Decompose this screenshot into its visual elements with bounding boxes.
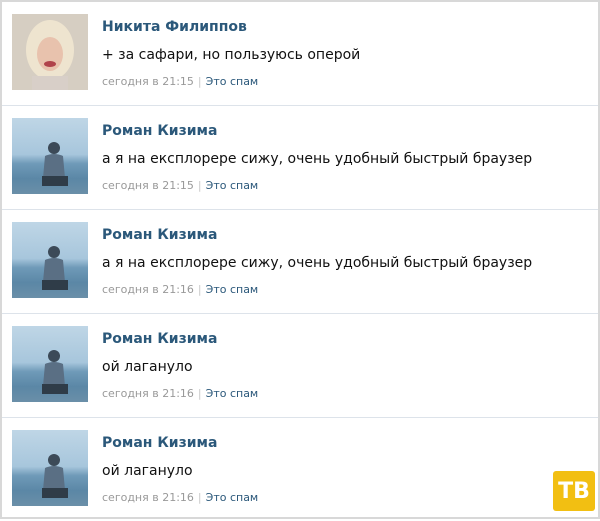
comment-text: а я на експлорере сижу, очень удобный бы… <box>102 151 533 167</box>
comment-meta: сегодня в 21:15 | Это спам <box>102 75 258 88</box>
comment-item: Никита Филиппов + за сафари, но пользуюс… <box>2 2 598 106</box>
comment-time[interactable]: сегодня в 21:15 <box>102 75 194 88</box>
comment-author[interactable]: Роман Кизима <box>102 227 217 243</box>
comment-time[interactable]: сегодня в 21:16 <box>102 283 194 296</box>
avatar[interactable] <box>12 14 88 90</box>
spam-link[interactable]: Это спам <box>206 387 259 400</box>
watermark-badge: ТВ <box>553 471 595 511</box>
avatar[interactable] <box>12 326 88 402</box>
meta-separator: | <box>197 283 202 296</box>
meta-separator: | <box>197 179 202 192</box>
comment-author[interactable]: Никита Филиппов <box>102 19 247 35</box>
comment-text: + за сафари, но пользуюсь оперой <box>102 47 361 63</box>
avatar[interactable] <box>12 118 88 194</box>
comment-author[interactable]: Роман Кизима <box>102 123 217 139</box>
comment-time[interactable]: сегодня в 21:15 <box>102 179 194 192</box>
spam-link[interactable]: Это спам <box>206 491 259 504</box>
avatar-photo-icon <box>42 454 68 498</box>
meta-separator: | <box>197 491 202 504</box>
comment-author[interactable]: Роман Кизима <box>102 435 217 451</box>
avatar-photo-icon <box>42 246 68 290</box>
comment-item: Роман Кизима ой лагануло сегодня в 21:16… <box>2 418 598 521</box>
comment-time[interactable]: сегодня в 21:16 <box>102 387 194 400</box>
avatar-photo-icon <box>42 350 68 394</box>
comment-item: Роман Кизима ой лагануло сегодня в 21:16… <box>2 314 598 418</box>
comment-meta: сегодня в 21:16 | Это спам <box>102 387 258 400</box>
avatar[interactable] <box>12 222 88 298</box>
comment-meta: сегодня в 21:16 | Это спам <box>102 491 258 504</box>
spam-link[interactable]: Это спам <box>206 283 259 296</box>
avatar[interactable] <box>12 430 88 506</box>
comment-text: ой лагануло <box>102 463 193 479</box>
comment-item: Роман Кизима а я на експлорере сижу, оче… <box>2 106 598 210</box>
avatar-photo-icon <box>42 142 68 186</box>
comment-item: Роман Кизима а я на експлорере сижу, оче… <box>2 210 598 314</box>
comment-time[interactable]: сегодня в 21:16 <box>102 491 194 504</box>
comment-text: ой лагануло <box>102 359 193 375</box>
comment-meta: сегодня в 21:16 | Это спам <box>102 283 258 296</box>
avatar-photo-icon <box>12 14 88 90</box>
meta-separator: | <box>197 387 202 400</box>
meta-separator: | <box>197 75 202 88</box>
comment-text: а я на експлорере сижу, очень удобный бы… <box>102 255 533 271</box>
comments-panel: Никита Филиппов + за сафари, но пользуюс… <box>0 0 600 519</box>
comment-meta: сегодня в 21:15 | Это спам <box>102 179 258 192</box>
comment-author[interactable]: Роман Кизима <box>102 331 217 347</box>
spam-link[interactable]: Это спам <box>206 179 259 192</box>
spam-link[interactable]: Это спам <box>206 75 259 88</box>
